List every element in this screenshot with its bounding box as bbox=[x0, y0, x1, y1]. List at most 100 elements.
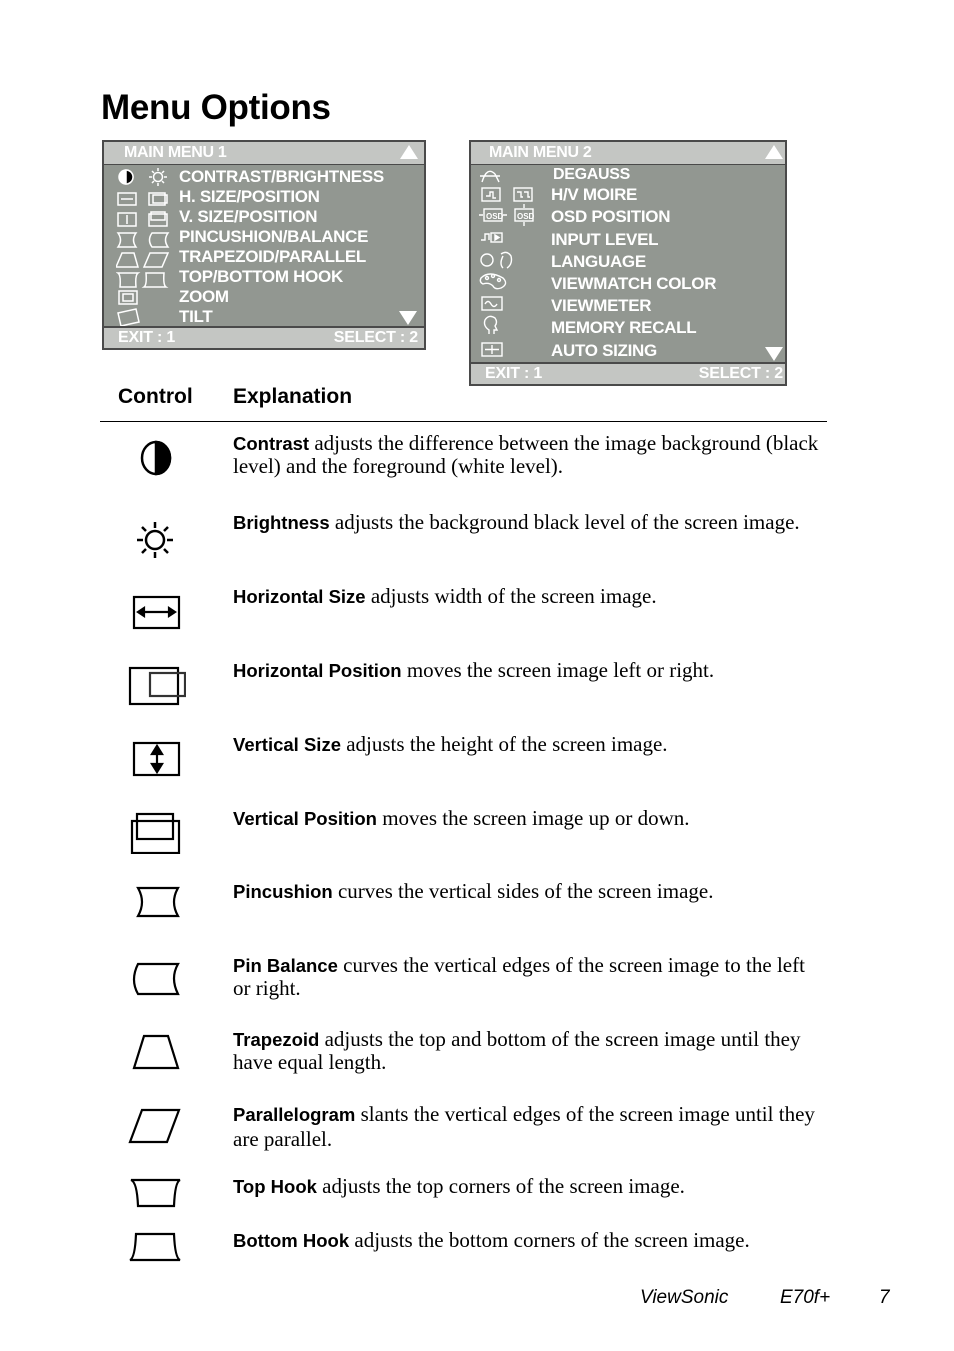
scroll-up-icon bbox=[765, 145, 783, 159]
table-row-contrast: Contrast adjusts the difference between … bbox=[233, 432, 823, 478]
menu-item[interactable]: VIEWMATCH COLOR bbox=[551, 274, 716, 294]
row-description: adjusts width of the screen image. bbox=[365, 584, 657, 608]
table-row-parallelogram: Parallelogram slants the vertical edges … bbox=[233, 1102, 823, 1152]
row-term: Vertical Size bbox=[233, 734, 341, 755]
table-row-top-hook: Top Hook adjusts the top corners of the … bbox=[233, 1175, 823, 1198]
vertical-size-icon bbox=[117, 212, 137, 227]
table-row-pin-balance: Pin Balance curves the vertical edges of… bbox=[233, 954, 823, 1000]
horizontal-size-icon bbox=[117, 192, 137, 206]
brightness-icon bbox=[137, 522, 173, 558]
menu-item[interactable]: INPUT LEVEL bbox=[551, 230, 659, 250]
menu-item[interactable]: MEMORY RECALL bbox=[551, 318, 697, 338]
footer-model: E70f+ bbox=[780, 1287, 831, 1308]
horizontal-size-icon bbox=[132, 595, 181, 630]
row-term: Trapezoid bbox=[233, 1029, 320, 1050]
top-hook-icon bbox=[116, 272, 141, 288]
table-row-vertical-position: Vertical Position moves the screen image… bbox=[233, 807, 823, 830]
menu-item[interactable]: ZOOM bbox=[179, 287, 229, 307]
menu-item[interactable]: TRAPEZOID/PARALLEL bbox=[179, 247, 366, 267]
row-term: Vertical Position bbox=[233, 808, 377, 829]
osd-h-position-icon: OSD bbox=[479, 208, 507, 222]
horizontal-position-icon bbox=[148, 192, 168, 206]
row-description: moves the screen image left or right. bbox=[401, 658, 715, 682]
scroll-up-icon bbox=[400, 145, 418, 159]
menu-item[interactable]: V. SIZE/POSITION bbox=[179, 207, 317, 227]
row-description: curves the vertical sides of the screen … bbox=[332, 879, 714, 903]
menu-item[interactable]: OSD POSITION bbox=[551, 207, 671, 227]
tilt-icon bbox=[117, 308, 140, 327]
viewmeter-icon bbox=[481, 296, 503, 311]
language-icon bbox=[480, 251, 513, 269]
menu-item[interactable]: H. SIZE/POSITION bbox=[179, 187, 320, 207]
contrast-icon bbox=[140, 440, 172, 476]
table-row-brightness: Brightness adjusts the background black … bbox=[233, 511, 823, 534]
row-term: Bottom Hook bbox=[233, 1230, 350, 1251]
menu-item[interactable]: LANGUAGE bbox=[551, 252, 646, 272]
select-hint: SELECT : 2 bbox=[333, 329, 418, 346]
vertical-position-icon bbox=[130, 812, 181, 854]
table-row-pincushion: Pincushion curves the vertical sides of … bbox=[233, 880, 823, 903]
row-term: Horizontal Size bbox=[233, 586, 366, 607]
column-header-control: Control bbox=[118, 385, 193, 408]
menu-item[interactable]: PINCUSHION/BALANCE bbox=[179, 227, 368, 247]
menu-item[interactable]: DEGAUSS bbox=[553, 166, 630, 184]
input-level-icon bbox=[481, 232, 503, 243]
row-term: Top Hook bbox=[233, 1176, 317, 1197]
row-term: Parallelogram bbox=[233, 1104, 356, 1125]
row-description: adjusts the height of the screen image. bbox=[340, 732, 668, 756]
row-term: Contrast bbox=[233, 433, 310, 454]
pin-balance-icon bbox=[148, 232, 170, 248]
table-row-horizontal-position: Horizontal Position moves the screen ima… bbox=[233, 659, 823, 682]
header-divider bbox=[100, 421, 827, 422]
scroll-down-icon bbox=[765, 347, 783, 361]
menu-item[interactable]: CONTRAST/BRIGHTNESS bbox=[179, 167, 384, 187]
horizontal-position-icon bbox=[128, 666, 186, 706]
menu-item[interactable]: TILT bbox=[179, 307, 213, 327]
scroll-down-icon bbox=[399, 311, 417, 325]
main-menu-1: MAIN MENU 1 CONTRAST/BRIGHTNESS H. SIZE/… bbox=[102, 140, 426, 350]
parallelogram-icon bbox=[142, 252, 170, 268]
menu-item[interactable]: VIEWMETER bbox=[551, 296, 652, 316]
zoom-icon bbox=[118, 290, 138, 305]
trapezoid-icon bbox=[132, 1034, 180, 1070]
bottom-hook-icon bbox=[141, 272, 169, 288]
page-number: 7 bbox=[879, 1287, 890, 1308]
h-moire-icon bbox=[481, 187, 501, 202]
brightness-icon bbox=[149, 168, 167, 186]
row-description: adjusts the difference between the image… bbox=[233, 431, 819, 478]
table-row-vertical-size: Vertical Size adjusts the height of the … bbox=[233, 733, 823, 756]
menu-item[interactable]: AUTO SIZING bbox=[551, 341, 657, 361]
pincushion-icon bbox=[136, 886, 180, 918]
pincushion-icon bbox=[116, 232, 138, 248]
row-term: Brightness bbox=[233, 512, 330, 533]
select-hint: SELECT : 2 bbox=[698, 365, 783, 382]
table-row-trapezoid: Trapezoid adjusts the top and bottom of … bbox=[233, 1028, 823, 1074]
table-row-bottom-hook: Bottom Hook adjusts the bottom corners o… bbox=[233, 1229, 823, 1252]
auto-sizing-icon bbox=[481, 342, 503, 357]
osd-v-position-icon: OSD bbox=[514, 204, 535, 226]
bottom-hook-icon bbox=[129, 1232, 181, 1262]
svg-text:OSD: OSD bbox=[486, 212, 504, 221]
vertical-size-icon bbox=[132, 741, 181, 777]
pin-balance-icon bbox=[132, 962, 180, 996]
row-description: adjusts the bottom corners of the screen… bbox=[349, 1228, 750, 1252]
row-term: Pincushion bbox=[233, 881, 333, 902]
row-description: moves the screen image up or down. bbox=[376, 806, 690, 830]
column-header-explanation: Explanation bbox=[233, 385, 353, 408]
trapezoid-icon bbox=[116, 252, 139, 268]
menu-header: MAIN MENU 2 bbox=[471, 142, 785, 165]
menu-item[interactable]: H/V MOIRE bbox=[551, 185, 637, 205]
row-description: adjusts the background black level of th… bbox=[329, 510, 800, 534]
v-moire-icon bbox=[513, 187, 533, 202]
menu-title: MAIN MENU 1 bbox=[124, 144, 227, 161]
menu-header: MAIN MENU 1 bbox=[104, 142, 424, 165]
page-title: Menu Options bbox=[101, 88, 331, 127]
svg-text:OSD: OSD bbox=[517, 212, 535, 221]
table-row-horizontal-size: Horizontal Size adjusts width of the scr… bbox=[233, 585, 823, 608]
menu-item[interactable]: TOP/BOTTOM HOOK bbox=[179, 267, 343, 287]
memory-recall-icon bbox=[483, 315, 499, 334]
row-description: adjusts the top corners of the screen im… bbox=[316, 1174, 685, 1198]
viewmatch-color-icon bbox=[479, 273, 507, 290]
contrast-icon bbox=[118, 169, 134, 185]
top-hook-icon bbox=[130, 1178, 181, 1208]
